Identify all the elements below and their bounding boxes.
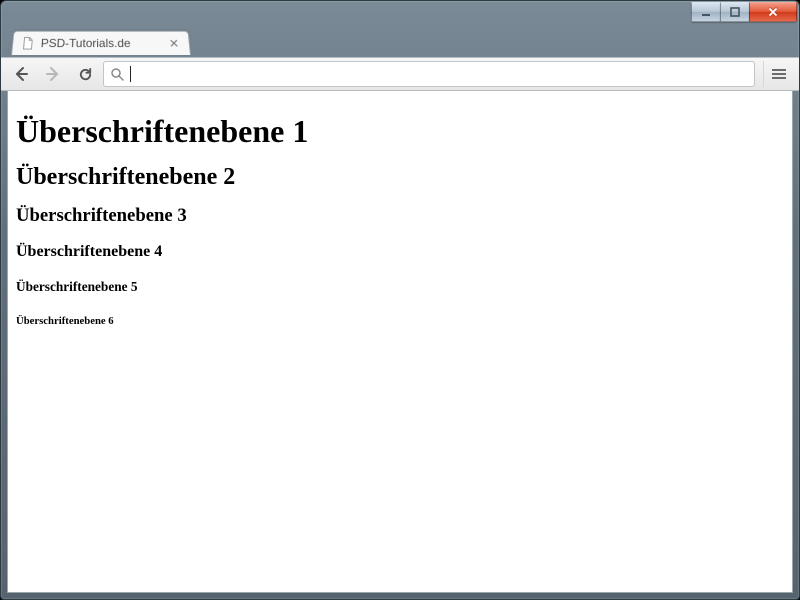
text-cursor [130, 66, 131, 82]
maximize-icon [729, 6, 741, 18]
tab-close-button[interactable] [167, 36, 182, 50]
address-input[interactable] [137, 62, 748, 86]
search-icon [110, 67, 124, 81]
tab-strip: PSD-Tutorials.de [1, 27, 799, 55]
maximize-button[interactable] [720, 2, 750, 22]
tab-title: PSD-Tutorials.de [40, 36, 161, 50]
arrow-right-icon [45, 66, 61, 82]
browser-window: PSD-Tutorials.de [0, 0, 800, 600]
heading-level-5: Überschriftenebene 5 [16, 279, 784, 295]
back-button[interactable] [7, 61, 35, 87]
address-bar[interactable] [103, 61, 755, 87]
page-viewport[interactable]: Überschriftenebene 1 Überschriftenebene … [7, 91, 793, 593]
heading-level-4: Überschriftenebene 4 [16, 243, 784, 261]
close-icon [170, 39, 179, 47]
heading-level-3: Überschriftenebene 3 [16, 205, 784, 227]
close-button[interactable] [749, 2, 797, 22]
reload-icon [78, 67, 93, 82]
hamburger-icon [772, 73, 786, 75]
page-favicon-icon [20, 36, 35, 50]
window-titlebar[interactable] [1, 1, 799, 29]
browser-tab-active[interactable]: PSD-Tutorials.de [11, 31, 191, 55]
minimize-button[interactable] [691, 2, 721, 22]
browser-toolbar [1, 57, 799, 91]
menu-button[interactable] [763, 61, 793, 87]
heading-level-1: Überschriftenebene 1 [16, 113, 784, 150]
arrow-left-icon [13, 66, 29, 82]
heading-level-2: Überschriftenebene 2 [16, 164, 784, 191]
reload-button[interactable] [71, 61, 99, 87]
forward-button[interactable] [39, 61, 67, 87]
heading-level-6: Überschriftenebene 6 [16, 315, 784, 327]
window-controls [692, 1, 799, 29]
close-icon [767, 6, 779, 18]
page-content: Überschriftenebene 1 Überschriftenebene … [8, 91, 792, 357]
minimize-icon [700, 6, 712, 18]
